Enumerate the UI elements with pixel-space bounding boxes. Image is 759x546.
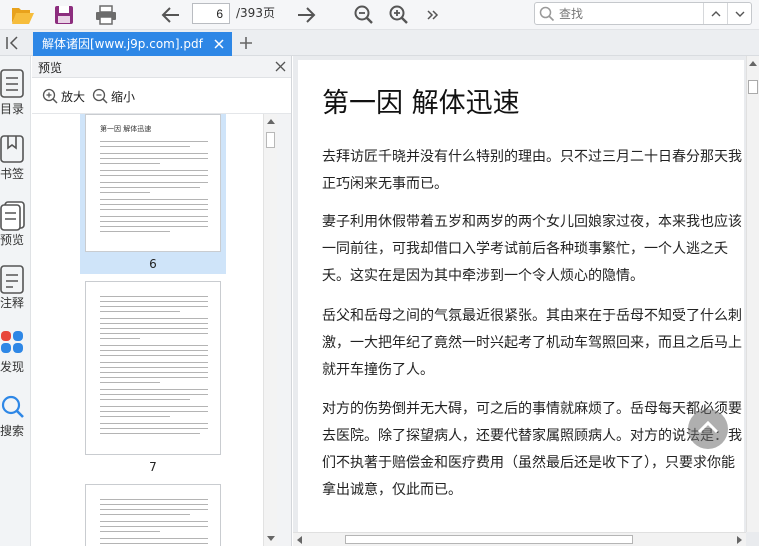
zoom-out-icon	[354, 5, 373, 24]
paragraph: 岳父和岳母之间的气氛最近很紧张。其由来在于岳母不知受了什么刺激，一大把年纪了竟然…	[322, 308, 742, 378]
paragraph: 对方的伤势倒并无大碍，可之后的事情就麻烦了。岳母每天都必须要去医院。除了探望病人…	[322, 401, 742, 498]
zoom-in-button[interactable]	[385, 1, 413, 29]
print-icon	[96, 5, 116, 25]
discover-icon	[1, 331, 23, 353]
page-number-input[interactable]	[192, 3, 230, 24]
document-area: 第一因 解体迅速 去拜访匠千晓并没有什么特别的理由。只不过三月二十日春分那天我正…	[293, 56, 759, 546]
previous-page-button[interactable]	[157, 1, 185, 29]
total-pages-label: /393页	[236, 6, 275, 20]
preview-panel: 预览 放大 缩小 第一因 解体迅速 6 7	[32, 56, 292, 546]
arrow-left-icon	[161, 7, 179, 23]
folder-open-icon	[12, 8, 34, 24]
rail-item-discover[interactable]: 发现	[0, 328, 31, 386]
back-to-top-button[interactable]	[688, 409, 728, 449]
scroll-right-icon[interactable]	[737, 536, 743, 544]
open-file-button[interactable]	[9, 1, 37, 29]
preview-panel-header: 预览	[32, 56, 291, 78]
left-rail: 目录 书签 预览 注释 发现 搜索	[0, 56, 31, 546]
thumbnail-heading: 第一因 解体迅速	[100, 125, 152, 133]
paragraph: 妻子利用休假带着五岁和两岁的两个女儿回娘家过夜，本来我也应该一同前往，可我却借口…	[322, 214, 742, 284]
scroll-up-icon[interactable]	[749, 60, 757, 66]
tab-document[interactable]: 解体诸因[www.j9p.com].pdf	[33, 32, 232, 56]
document-horizontal-scrollbar[interactable]	[293, 532, 746, 546]
save-icon	[55, 6, 73, 24]
document-page: 第一因 解体迅速 去拜访匠千晓并没有什么特别的理由。只不过三月二十日春分那天我正…	[298, 60, 744, 540]
thumbnail-image: 第一因 解体迅速	[85, 114, 221, 252]
rail-label-toc: 目录	[0, 102, 25, 116]
scroll-up-icon[interactable]	[267, 118, 275, 124]
thumbnail-zoom-in-button[interactable]: 放大	[42, 86, 85, 106]
search-box	[534, 2, 752, 25]
next-page-button[interactable]	[292, 1, 320, 29]
rail-label-discover: 发现	[0, 360, 25, 374]
main-toolbar: /393页	[0, 0, 759, 30]
rail-item-annotation[interactable]: 注释	[0, 264, 31, 322]
close-icon[interactable]	[213, 38, 225, 50]
search-input[interactable]	[559, 5, 699, 22]
thumbnail-zoom-out-button[interactable]: 缩小	[92, 86, 135, 106]
zoom-out-label: 缩小	[111, 89, 136, 104]
rail-item-preview[interactable]: 预览	[0, 200, 31, 258]
thumbnail-image	[85, 484, 221, 546]
thumbnail-page-8[interactable]	[80, 484, 226, 546]
thumbnail-page-7[interactable]: 7	[80, 279, 226, 479]
double-chevron-right-icon	[427, 10, 439, 20]
thumbnail-zoom-row: 放大 缩小	[32, 78, 291, 114]
annotation-icon	[0, 265, 24, 294]
tab-bar: 解体诸因[www.j9p.com].pdf	[0, 30, 759, 56]
zoom-out-button[interactable]	[350, 1, 378, 29]
collapse-sidebar-button[interactable]	[4, 34, 22, 52]
document-vertical-scrollbar[interactable]	[746, 56, 759, 532]
zoom-out-icon	[92, 88, 108, 104]
horizontal-scrollbar-thumb[interactable]	[345, 535, 633, 544]
tab-label: 解体诸因[www.j9p.com].pdf	[42, 37, 203, 51]
chevron-down-icon	[735, 11, 744, 17]
toc-icon	[0, 69, 24, 98]
scroll-left-icon[interactable]	[296, 536, 302, 544]
thumbnail-scrollbar[interactable]	[263, 114, 277, 546]
zoom-in-icon	[389, 5, 408, 24]
thumbnail-page-6[interactable]: 第一因 解体迅速 6	[80, 114, 226, 274]
close-icon[interactable]	[275, 61, 286, 72]
thumbnail-image	[85, 281, 221, 455]
preview-icon	[0, 201, 25, 231]
preview-panel-title: 预览	[38, 61, 63, 75]
chevron-up-icon	[697, 420, 719, 434]
rail-item-toc[interactable]: 目录	[0, 68, 31, 126]
rail-label-preview: 预览	[0, 233, 25, 247]
search-icon	[539, 6, 555, 22]
rail-item-bookmark[interactable]: 书签	[0, 134, 31, 192]
rail-label-search: 搜索	[0, 424, 25, 438]
save-button[interactable]	[50, 1, 78, 29]
zoom-in-icon	[42, 88, 58, 104]
thumbnail-scrollbar-thumb[interactable]	[266, 132, 275, 148]
scroll-down-icon[interactable]	[267, 536, 275, 542]
thumbnail-list: 第一因 解体迅速 6 7	[32, 114, 277, 546]
search-next-button[interactable]	[727, 3, 751, 24]
more-tools-button[interactable]	[419, 1, 447, 29]
thumbnail-page-number: 7	[149, 460, 157, 474]
collapse-left-icon	[6, 36, 18, 50]
rail-item-search[interactable]: 搜索	[0, 394, 31, 452]
document-scrollbar-thumb[interactable]	[748, 80, 758, 94]
chevron-up-icon	[711, 10, 720, 16]
print-button[interactable]	[92, 1, 120, 29]
zoom-in-label: 放大	[61, 89, 86, 104]
chapter-title: 第一因 解体迅速	[322, 88, 520, 119]
rail-label-bookmark: 书签	[0, 167, 25, 181]
search-previous-button[interactable]	[703, 3, 727, 24]
paragraph: 去拜访匠千晓并没有什么特别的理由。只不过三月二十日春分那天我正巧闲来无事而已。	[322, 149, 742, 192]
arrow-right-icon	[298, 7, 316, 23]
bookmark-icon	[0, 135, 24, 163]
new-tab-button[interactable]	[238, 35, 254, 51]
thumbnail-page-number: 6	[149, 257, 157, 271]
rail-label-annotation: 注释	[0, 296, 25, 310]
